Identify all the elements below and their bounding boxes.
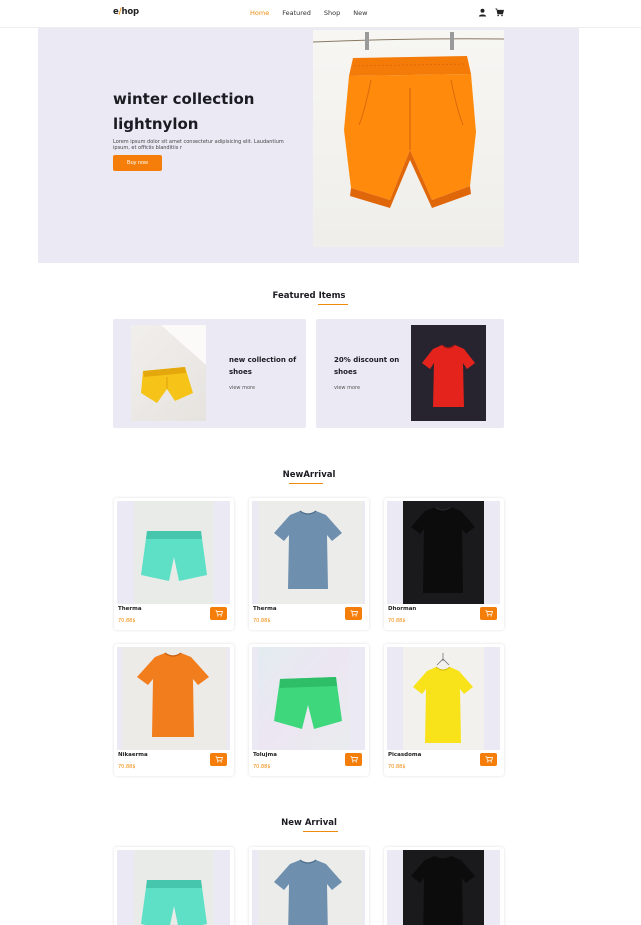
hero-title-line-1: winter collection [113,90,255,108]
navbar: e/hop Home Featured Shop New [0,0,641,28]
orange-shorts-image [313,32,504,208]
product-card[interactable]: Dhorman 70.88$ [384,498,504,630]
product-image-blue-tshirt [252,501,365,604]
product-name: Dhorman [388,606,417,612]
product-image-orange-tshirt [117,647,230,750]
product-name: Picasdoma [388,752,422,758]
nav-links: Home Featured Shop New [250,9,380,17]
new-arrival-title-2: New Arrival [209,818,409,832]
nav-link-featured[interactable]: Featured [282,9,311,17]
title-underline [318,304,348,305]
featured-items-title: Featured Items [209,291,409,305]
nav-link-shop[interactable]: Shop [324,9,340,17]
cart-icon [350,756,358,763]
cart-icon [485,610,493,617]
product-price: 70.88$ [118,764,136,770]
add-to-cart-button[interactable] [480,607,497,620]
hero-title-line-2: lightnylon [113,115,199,133]
product-card[interactable]: Picasdoma 70.88$ [384,644,504,776]
view-more-link[interactable]: view more [229,385,255,391]
buy-now-button[interactable]: Buy now [113,155,162,171]
logo[interactable]: e/hop [113,7,139,17]
product-card[interactable]: Therma 70.88$ [249,498,369,630]
add-to-cart-button[interactable] [480,753,497,766]
product-name: Therma [118,606,142,612]
product-card[interactable] [249,847,369,925]
featured-image-yellow-shorts [131,325,206,421]
featured-card-title: new collection of shoes [229,356,297,376]
hero-banner: winter collection lightnylon Lorem ipsum… [38,28,579,263]
nav-link-new[interactable]: New [353,9,367,17]
add-to-cart-button[interactable] [210,753,227,766]
product-card[interactable]: Nikaerma 70.88$ [114,644,234,776]
featured-image-red-tshirt [411,325,486,421]
add-to-cart-button[interactable] [210,607,227,620]
nav-link-home[interactable]: Home [250,9,269,17]
product-image-mint-shorts [117,850,230,925]
hero-title: winter collection lightnylon [113,87,313,137]
product-price: 70.88$ [253,764,271,770]
product-name: Nikaerma [118,752,148,758]
product-name: Tolujma [253,752,277,758]
user-icon[interactable] [478,8,487,17]
featured-card-shoes[interactable]: new collection of shoes view more [113,319,306,428]
add-to-cart-button[interactable] [345,753,362,766]
hero-image [313,30,504,247]
cart-icon[interactable] [495,8,504,17]
featured-card-title: 20% discount on shoes [334,356,400,376]
new-arrival-title: NewArrival [209,470,409,484]
cart-icon [215,756,223,763]
product-image-blue-tshirt [252,850,365,925]
add-to-cart-button[interactable] [345,607,362,620]
product-price: 70.88$ [388,618,406,624]
featured-card-discount[interactable]: 20% discount on shoes view more [316,319,504,428]
product-image-green-shorts [252,647,365,750]
title-underline [289,483,323,484]
cart-icon [485,756,493,763]
product-card[interactable]: Therma 70.88$ [114,498,234,630]
view-more-link[interactable]: view more [334,385,360,391]
cart-icon [215,610,223,617]
product-card[interactable]: Tolujma 70.88$ [249,644,369,776]
product-price: 70.88$ [253,618,271,624]
product-image-yellow-tshirt [387,647,500,750]
title-underline [303,831,338,832]
product-price: 70.88$ [388,764,406,770]
hero-description: Lorem ipsum dolor sit amet consectetur a… [113,139,284,151]
product-image-black-tshirt [387,501,500,604]
product-card[interactable] [114,847,234,925]
cart-icon [350,610,358,617]
product-name: Therma [253,606,277,612]
product-card[interactable] [384,847,504,925]
product-price: 70.88$ [118,618,136,624]
product-image-black-tshirt [387,850,500,925]
nav-icons [478,8,504,17]
product-image-mint-shorts [117,501,230,604]
